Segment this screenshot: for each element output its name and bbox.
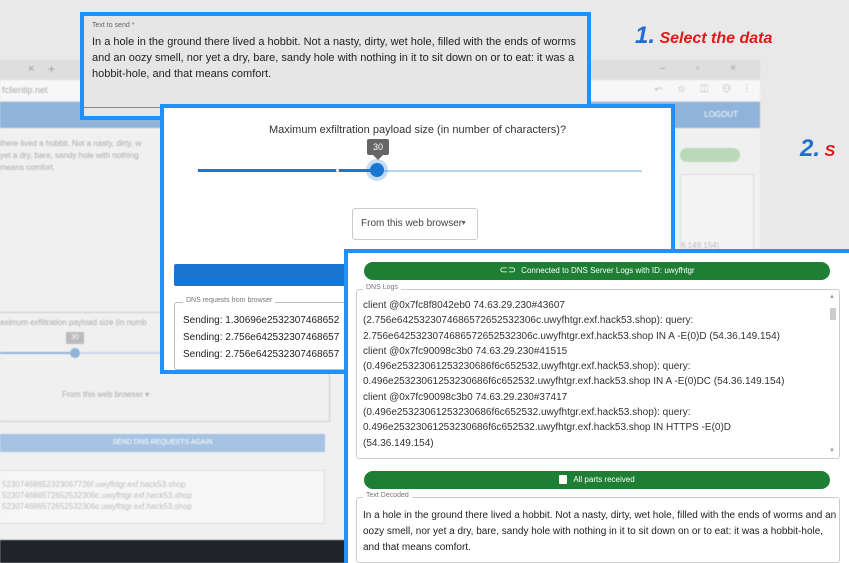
send-dns-requests-again-button[interactable]: SEND DNS REQUESTS AGAIN — [0, 434, 325, 452]
background-request-line: 523074686572652532306c.uwyfhtgr.exf.hack… — [2, 491, 192, 500]
step1-callout: 1. Select the data — [635, 22, 772, 50]
text-decoded-value: In a hole in the ground there lived a ho… — [363, 510, 837, 553]
background-slider-label: aximum exfiltration payload size (in num… — [0, 318, 147, 327]
step1-text: Select the data — [655, 30, 773, 47]
step2-callout: 2. S — [800, 135, 835, 163]
browser-toolbar-icons[interactable]: ⬿ ☆ ◫ ⚇ ⋮ — [655, 84, 754, 95]
logs-scrollbar-thumb[interactable] — [830, 308, 836, 320]
dns-request-line: Sending: 2.756e642532307468657 — [183, 332, 340, 343]
log-line: client @0x7fc90098c3b0 74.63.29.230#3741… — [363, 391, 568, 403]
all-parts-received-badge: All parts received — [364, 471, 830, 489]
dns-logs-legend: DNS Logs — [363, 284, 401, 291]
logs-scrollbar[interactable]: ▲ ▼ — [829, 294, 837, 454]
log-line: (0.496e25323061253230686f6c652532.uwyfht… — [363, 361, 691, 373]
background-slider-value: 30 — [66, 332, 84, 344]
link-icon: ⊂⊃ — [499, 265, 517, 276]
log-line: client @0x7fc90098c3b0 74.63.29.230#4151… — [363, 345, 568, 357]
log-line: (2.756e642532307468657265​2532306c.uwyfh… — [363, 315, 694, 327]
slider-track-fill — [198, 169, 378, 172]
dropdown-caret-icon: ▼ — [460, 220, 467, 227]
payload-size-title: Maximum exfiltration payload size (in nu… — [268, 124, 567, 136]
source-select[interactable]: From this web browser ▼ — [352, 208, 478, 240]
connected-status-badge: ⊂⊃ Connected to DNS Server Logs with ID: … — [364, 262, 830, 280]
background-requests-box: 523074686523230677​26f.uwyfhtgr.exf.hack… — [0, 470, 325, 524]
background-connected-pill — [680, 148, 740, 162]
scroll-down-icon[interactable]: ▼ — [829, 448, 835, 454]
text-decoded-box: Text Decoded In a hole in the ground the… — [356, 492, 840, 563]
background-slider-fill — [0, 352, 75, 354]
log-line: 0.496e25323061253230686f6c652532.uwyfhtg… — [363, 376, 785, 388]
background-slider-thumb[interactable] — [70, 348, 80, 358]
log-line: (54.36.149.154) — [363, 437, 434, 449]
scroll-up-icon[interactable]: ▲ — [829, 294, 835, 300]
dns-logs-panel: ⊂⊃ Connected to DNS Server Logs with ID: … — [344, 249, 849, 563]
slider-thumb[interactable] — [370, 163, 384, 177]
document-icon — [559, 475, 568, 485]
slider-tick-mark — [336, 169, 339, 172]
background-request-line: 523074686523230677​26f.uwyfhtgr.exf.hack… — [2, 480, 186, 489]
step2-text: S — [820, 143, 836, 160]
dns-requests-legend: DNS requests from browser — [183, 297, 276, 304]
dns-request-line: Sending: 2.756e642532307468657 — [183, 349, 340, 360]
new-tab-icon[interactable]: + — [48, 62, 55, 76]
log-line: (0.496e25323061253230686f6c652532.uwyfht… — [363, 407, 691, 419]
dns-request-line: Sending: 1.30696e2532307468652 — [183, 315, 340, 326]
source-select-value: From this web browser — [361, 218, 463, 229]
background-text-preview: there lived a hobbit. Not a nasty, dirty… — [0, 139, 142, 172]
log-line: 2.756e6425323074686572652532306c.uwyfhtg… — [363, 330, 780, 342]
window-controls[interactable]: – ▫ × — [659, 63, 750, 74]
dns-logs-box[interactable]: DNS Logs client @0x7fc8f8042eb0 74.63.29… — [356, 284, 840, 459]
address-url[interactable]: fclientip.net — [2, 85, 48, 95]
background-dark-strip — [0, 540, 345, 563]
dns-logs-content: client @0x7fc8f8042eb0 74.63.29.230#4360… — [363, 298, 825, 451]
all-parts-received-text: All parts received — [573, 475, 635, 484]
text-to-send-label: Text to send * — [92, 22, 135, 29]
log-line: client @0x7fc8f8042eb0 74.63.29.230#4360… — [363, 300, 565, 311]
text-to-send-field[interactable]: In a hole in the ground there lived a ho… — [92, 34, 582, 82]
log-line: 0.496e25323061253230686f6c652532.uwyfhtg… — [363, 422, 732, 434]
logout-button[interactable]: LOGOUT — [704, 110, 738, 119]
text-decoded-legend: Text Decoded — [363, 492, 412, 499]
step1-number: 1. — [635, 22, 656, 49]
slider-value-badge: 30 — [367, 139, 389, 160]
tab-close-icon[interactable]: × — [28, 63, 34, 75]
connected-status-text: Connected to DNS Server Logs with ID: uw… — [521, 266, 695, 276]
background-request-line: 523074686572652532306c.uwyfhtgr.exf.hack… — [2, 502, 192, 511]
background-source-select[interactable]: From this web browser ▾ — [62, 390, 149, 399]
step2-number: 2. — [800, 135, 821, 162]
